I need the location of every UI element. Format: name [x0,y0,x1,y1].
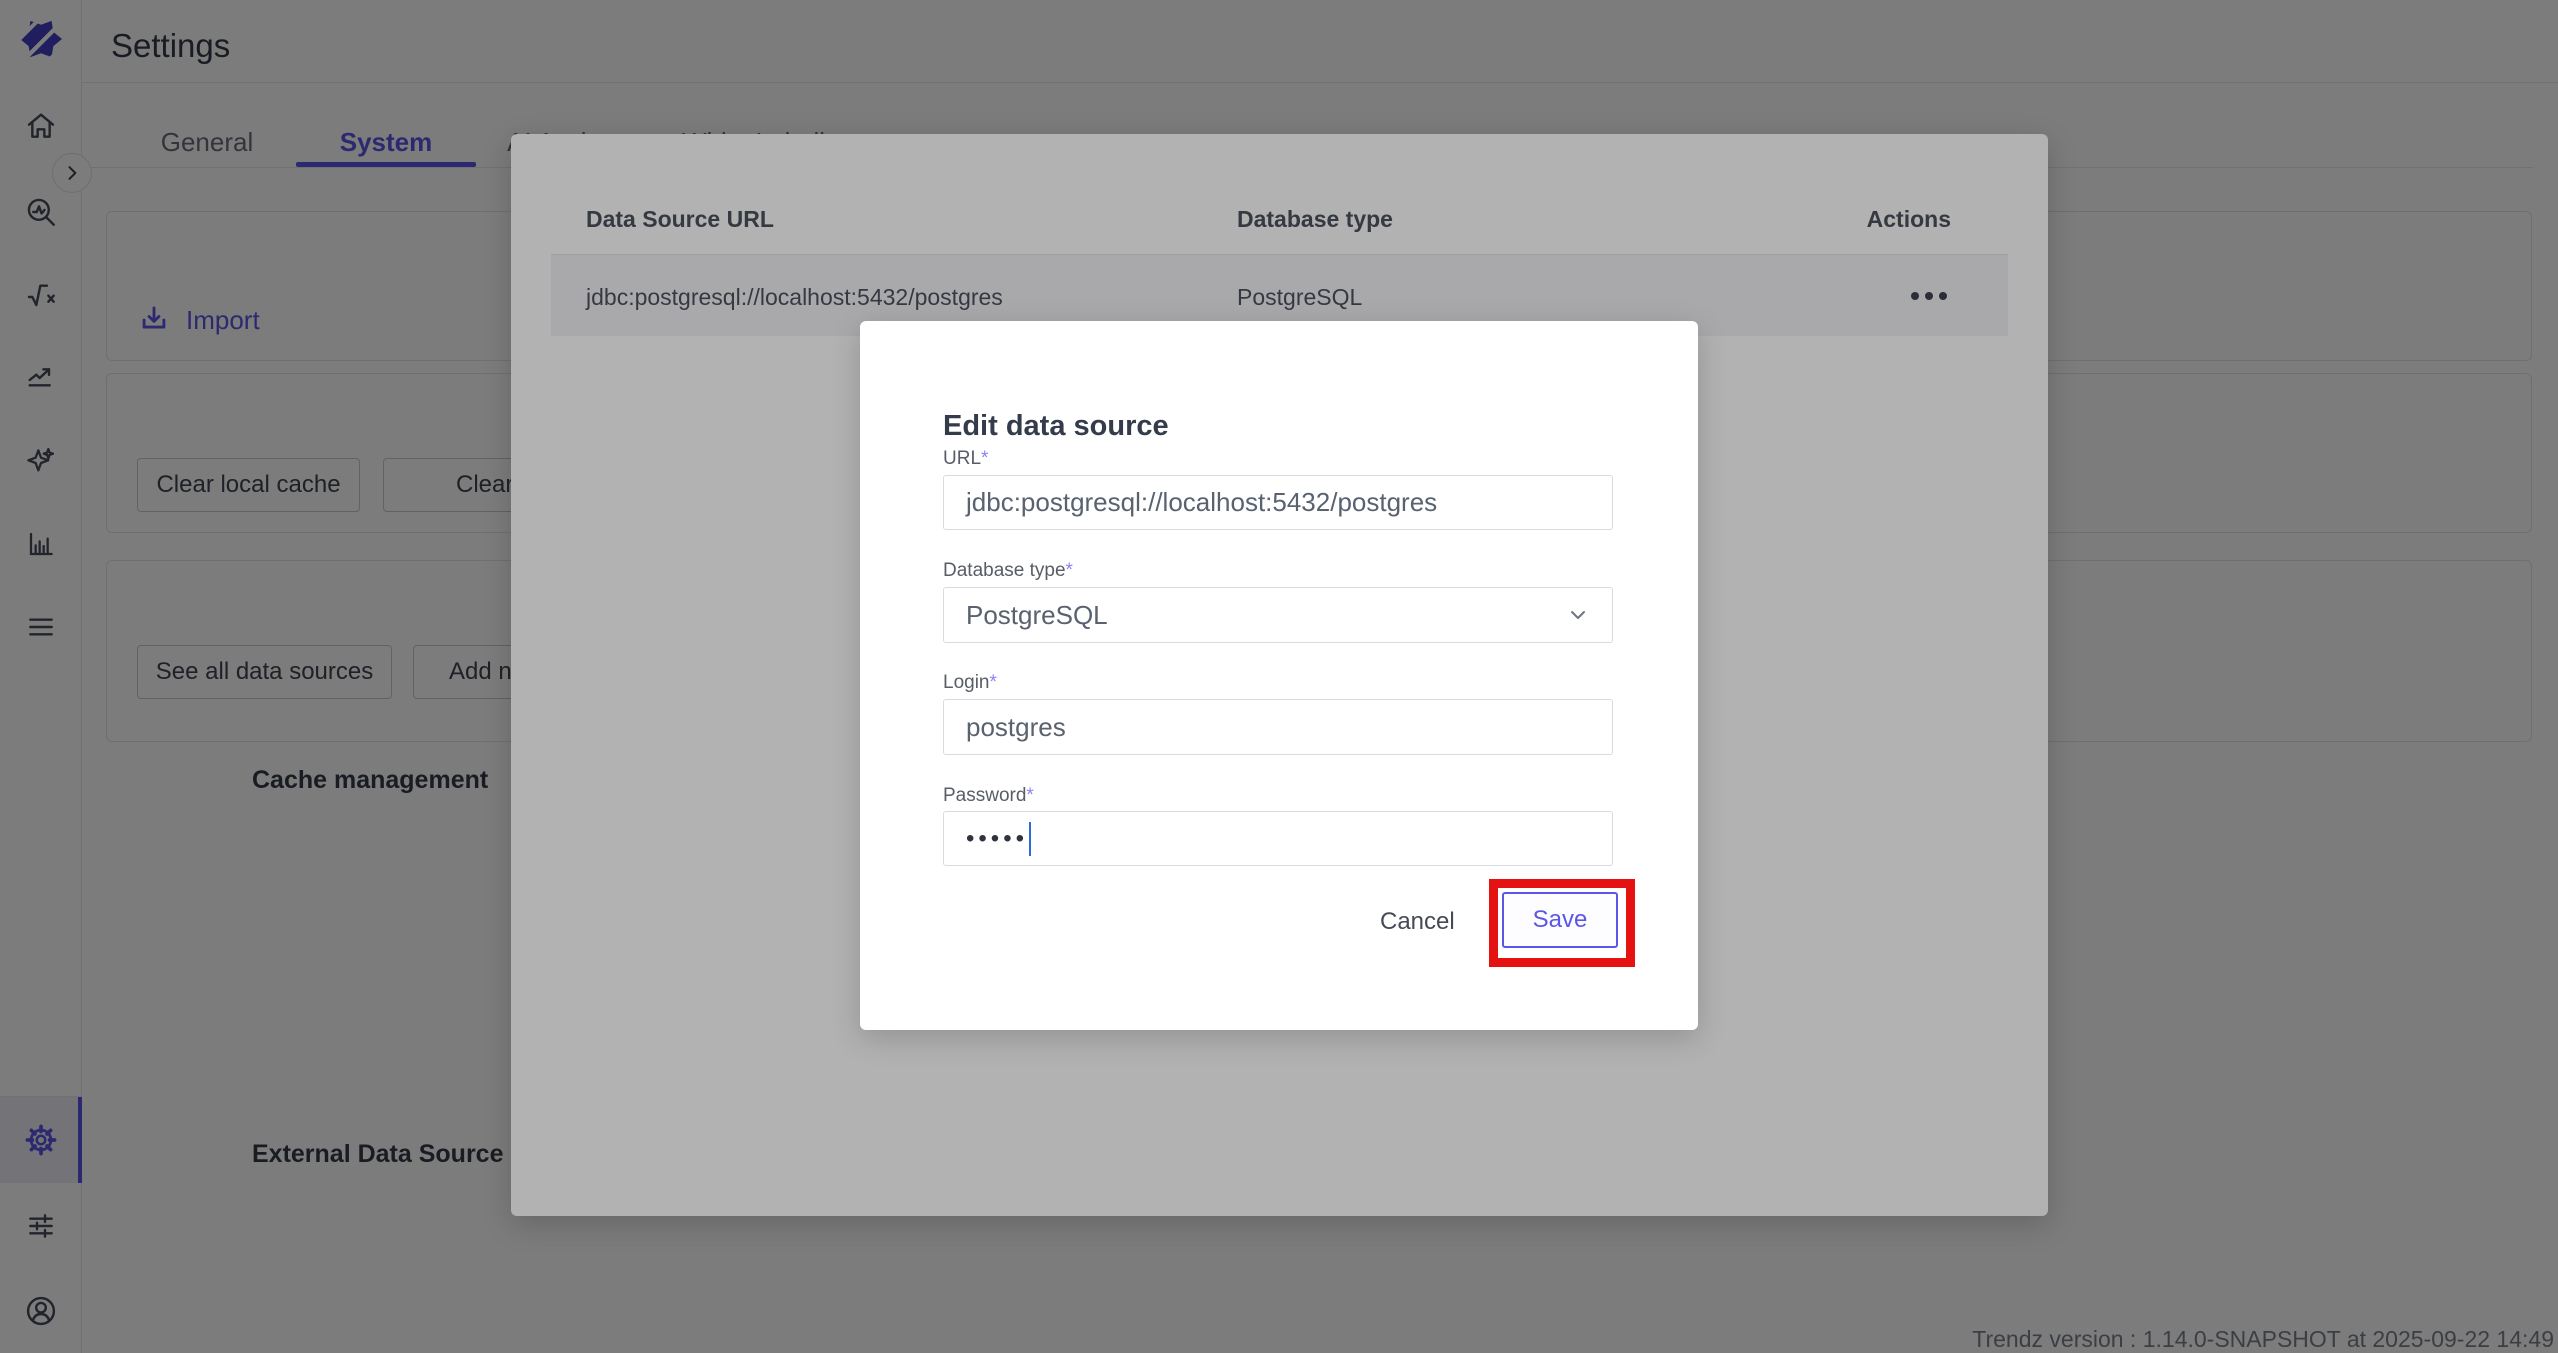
url-input-value: jdbc:postgresql://localhost:5432/postgre… [966,487,1437,518]
url-field-label: URL* [943,448,988,470]
login-input-value: postgres [966,712,1066,743]
login-input[interactable]: postgres [943,699,1613,755]
password-input[interactable]: ••••• [943,811,1613,866]
text-caret [1029,822,1031,856]
database-type-select[interactable]: PostgreSQL [943,587,1613,643]
password-masked-value: ••••• [966,811,1028,866]
required-asterisk: * [981,448,988,469]
required-asterisk: * [1026,785,1033,806]
password-field-label: Password* [943,785,1034,807]
screen: Settings General System AI Assistant Whi… [0,0,2558,1353]
login-field-label: Login* [943,672,997,694]
cancel-button[interactable]: Cancel [1380,908,1455,936]
url-input[interactable]: jdbc:postgresql://localhost:5432/postgre… [943,475,1613,530]
required-asterisk: * [1066,560,1073,581]
required-asterisk: * [990,672,997,693]
dialog-title: Edit data source [943,410,1169,443]
chevron-down-icon [1566,603,1590,627]
database-type-field-label: Database type* [943,560,1073,582]
database-type-select-value: PostgreSQL [966,600,1108,631]
annotation-highlight-box [1489,879,1635,967]
